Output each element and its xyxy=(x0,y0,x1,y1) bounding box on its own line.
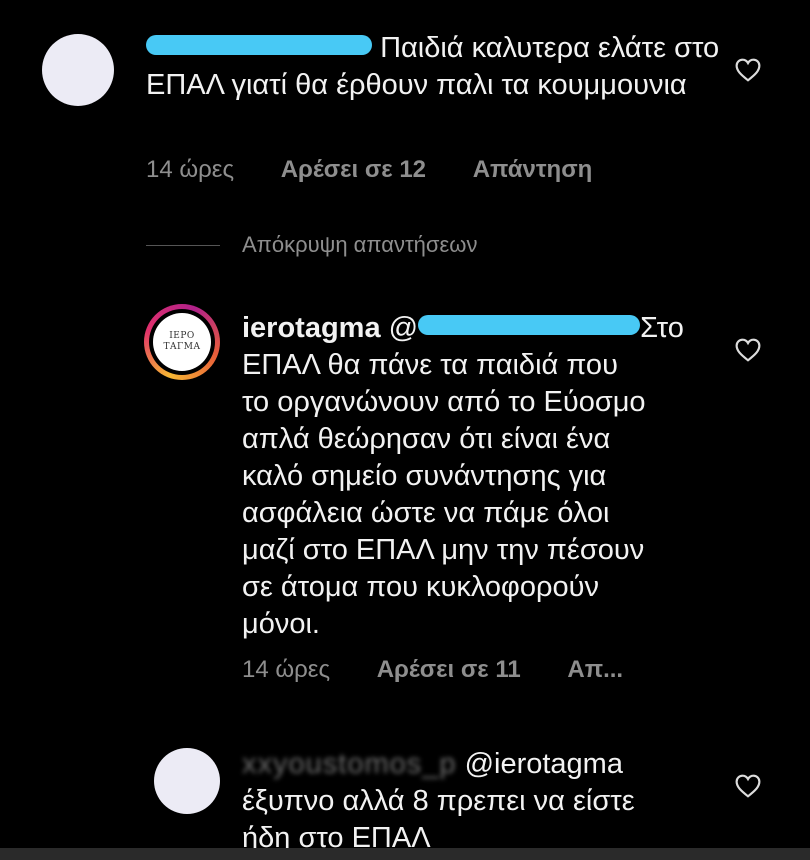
comment-text: ierotagma @ Στο ΕΠΑΛ θα πάνε τα παιδιά πο… xyxy=(242,312,684,640)
avatar[interactable] xyxy=(42,34,114,106)
mention[interactable]: @ierotagma xyxy=(465,748,623,780)
like-count[interactable]: Αρέσει σε 11 xyxy=(377,656,521,683)
username[interactable]: ierotagma xyxy=(242,312,381,344)
comment-meta: 14 ώρες Αρέσει σε 11 Απ... xyxy=(242,656,663,684)
reply-button[interactable]: Απάντηση xyxy=(473,156,593,183)
comment-text: Παιδιά καλυτερα ελάτε στο ΕΠΑΛ γιατί θα … xyxy=(146,30,726,104)
avatar[interactable] xyxy=(154,748,220,814)
blurred-username: xxyoustomos_p xyxy=(242,748,457,780)
mention[interactable]: @ xyxy=(389,312,418,344)
redacted-username xyxy=(146,35,372,55)
avatar[interactable]: ΙΕΡΟ ΤΑΓΜΑ xyxy=(144,304,220,380)
comment-meta: 14 ώρες Αρέσει σε 12 Απάντηση xyxy=(146,156,632,184)
like-count[interactable]: Αρέσει σε 12 xyxy=(281,156,426,183)
redacted-mention xyxy=(418,315,641,335)
bottom-bar xyxy=(0,848,810,860)
comment-time: 14 ώρες xyxy=(242,656,331,683)
divider xyxy=(146,244,220,246)
heart-outline-icon[interactable] xyxy=(735,58,761,82)
logo: ΙΕΡΟ ΤΑΓΜΑ xyxy=(153,313,211,371)
reply-button[interactable]: Απ... xyxy=(567,656,623,683)
heart-outline-icon[interactable] xyxy=(735,338,761,362)
hide-replies-label: Απόκρυψη απαντήσεων xyxy=(242,232,478,257)
heart-outline-icon[interactable] xyxy=(735,774,761,798)
hide-replies-button[interactable]: Απόκρυψη απαντήσεων xyxy=(146,232,477,258)
comment-text: xxyoustomos_p @ierotagma έξυπνο αλλά 8 π… xyxy=(242,748,635,854)
comment-time: 14 ώρες xyxy=(146,156,235,183)
